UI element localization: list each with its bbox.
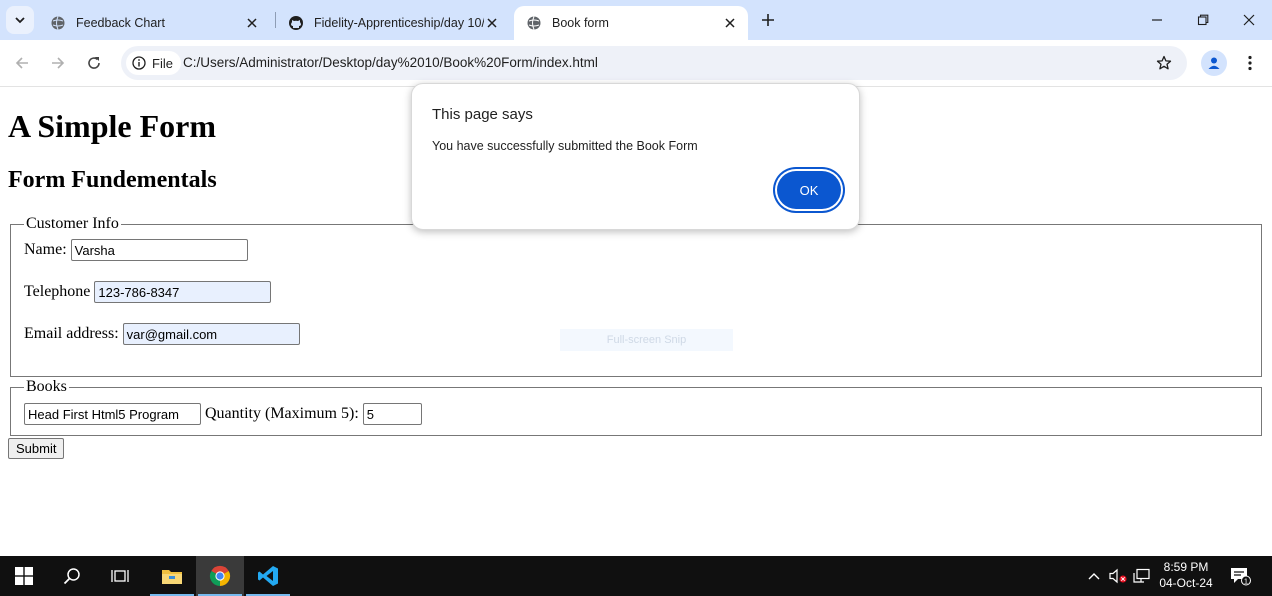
globe-icon	[50, 15, 66, 31]
browser-toolbar: File C:/Users/Administrator/Desktop/day%…	[0, 40, 1272, 87]
task-view-button[interactable]	[96, 556, 144, 596]
tab-title: Book form	[552, 16, 609, 30]
telephone-label: Telephone	[24, 283, 91, 300]
taskbar: 8:59 PM 04-Oct-24 1	[0, 556, 1272, 596]
books-legend: Books	[26, 378, 67, 395]
person-icon	[1208, 57, 1220, 69]
tab-title: Fidelity-Apprenticeship/day 10/	[314, 16, 484, 30]
name-label: Name:	[24, 241, 67, 258]
tab-book-form[interactable]: Book form	[514, 6, 748, 40]
arrow-right-icon	[52, 57, 65, 69]
books-row: Head First Html5 Program Quantity (Maxim…	[24, 403, 422, 425]
minimize-button[interactable]	[1143, 6, 1171, 34]
network-icon	[1133, 568, 1150, 583]
volume-muted-icon	[1109, 568, 1127, 584]
notification-icon: 1	[1231, 568, 1251, 586]
close-window-button[interactable]	[1235, 6, 1263, 34]
book-title-field[interactable]: Head First Html5 Program	[24, 403, 201, 425]
dialog-message: You have successfully submitted the Book…	[432, 139, 698, 153]
start-button[interactable]	[0, 556, 48, 596]
restore-icon	[1197, 14, 1209, 26]
quantity-label: Quantity (Maximum 5):	[205, 405, 359, 422]
url-text[interactable]: C:/Users/Administrator/Desktop/day%2010/…	[183, 55, 598, 70]
tab-fidelity-apprenticeship[interactable]: Fidelity-Apprenticeship/day 10/	[276, 6, 510, 40]
minimize-icon	[1152, 19, 1162, 21]
file-explorer-button[interactable]	[148, 556, 196, 596]
tab-title: Feedback Chart	[76, 16, 165, 30]
chrome-taskbar-button[interactable]	[196, 556, 244, 596]
dialog-title: This page says	[432, 106, 533, 123]
submit-button[interactable]: Submit	[8, 438, 65, 459]
ok-button[interactable]: OK	[777, 171, 841, 209]
vscode-icon	[258, 566, 278, 586]
vscode-taskbar-button[interactable]	[244, 556, 292, 596]
globe-icon	[526, 15, 542, 31]
file-chip-label: File	[152, 55, 173, 71]
more-vert-icon	[1248, 55, 1252, 71]
folder-icon	[162, 570, 182, 584]
email-field[interactable]: var@gmail.com	[122, 323, 300, 345]
alert-dialog: This page says You have successfully sub…	[411, 83, 860, 230]
quantity-field[interactable]: 5	[362, 403, 422, 425]
reload-icon	[88, 57, 100, 69]
back-button[interactable]	[10, 51, 34, 75]
info-icon	[132, 56, 146, 70]
telephone-row: Telephone 123-786-8347	[24, 281, 272, 303]
restore-button[interactable]	[1189, 6, 1217, 34]
name-row: Name: Varsha	[24, 239, 248, 261]
search-button[interactable]	[48, 556, 96, 596]
chrome-icon	[209, 565, 231, 587]
clock-date: 04-Oct-24	[1159, 576, 1213, 590]
page-title: A Simple Form	[8, 108, 216, 144]
tab-search-button[interactable]	[6, 6, 34, 34]
task-view-icon	[111, 570, 129, 582]
close-tab-icon[interactable]	[484, 15, 500, 31]
address-bar[interactable]: File C:/Users/Administrator/Desktop/day%…	[121, 46, 1187, 80]
telephone-field[interactable]: 123-786-8347	[94, 281, 272, 303]
profile-avatar[interactable]	[1201, 50, 1227, 76]
plus-icon	[762, 14, 774, 26]
forward-button[interactable]	[46, 51, 70, 75]
snip-overlay-label: Full-screen Snip	[560, 329, 733, 351]
page-subtitle: Form Fundementals	[8, 167, 217, 193]
windows-logo-icon	[15, 567, 33, 585]
browser-menu-button[interactable]	[1240, 51, 1260, 75]
notification-count: 1	[1244, 577, 1248, 586]
chevron-down-icon	[15, 17, 25, 24]
tab-strip: Feedback Chart Fidelity-Apprenticeship/d…	[0, 0, 1272, 40]
customer-info-legend: Customer Info	[26, 215, 119, 232]
notifications-button[interactable]: 1	[1226, 556, 1254, 596]
close-icon	[1243, 14, 1255, 26]
close-tab-icon[interactable]	[244, 15, 260, 31]
arrow-left-icon	[15, 57, 28, 69]
close-tab-icon[interactable]	[722, 15, 738, 31]
show-hidden-icons-button[interactable]	[1084, 556, 1104, 596]
chevron-up-icon	[1088, 573, 1100, 580]
name-field[interactable]: Varsha	[70, 239, 248, 261]
search-icon	[63, 568, 80, 585]
email-row: Email address: var@gmail.com	[24, 323, 300, 345]
bookmark-star-icon[interactable]	[1155, 54, 1173, 72]
clock-time: 8:59 PM	[1163, 560, 1209, 574]
network-button[interactable]	[1131, 556, 1153, 596]
tab-feedback-chart[interactable]: Feedback Chart	[38, 6, 270, 40]
reload-button[interactable]	[82, 51, 106, 75]
email-label: Email address:	[24, 325, 119, 342]
taskbar-clock[interactable]: 8:59 PM 04-Oct-24	[1152, 559, 1220, 591]
site-info-chip[interactable]: File	[126, 51, 181, 75]
github-icon	[288, 15, 304, 31]
volume-muted-button[interactable]	[1106, 556, 1130, 596]
new-tab-button[interactable]	[756, 8, 780, 32]
